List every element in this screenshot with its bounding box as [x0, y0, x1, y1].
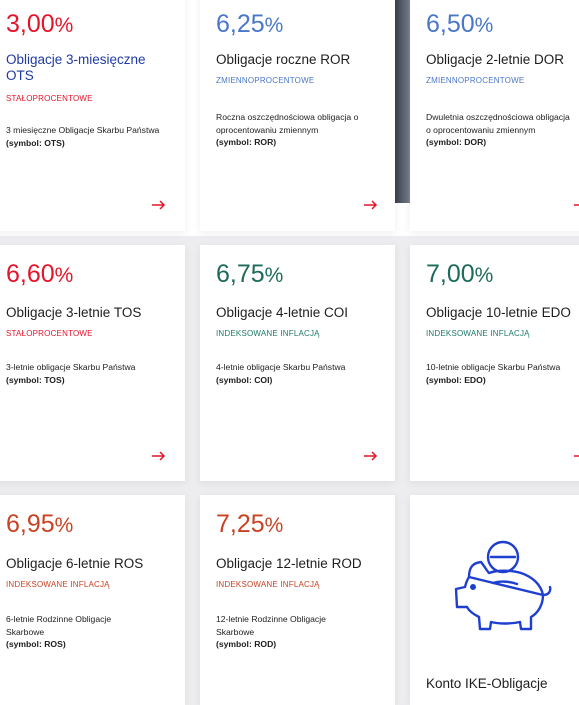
- arrow-right-icon[interactable]: [574, 451, 579, 461]
- bond-description: 4-letnie obligacje Skarbu Państwa (symbol…: [216, 362, 346, 385]
- bond-title: Obligacje 10-letnie EDO: [426, 305, 571, 320]
- rate-type-tag: INDEKSOWANE INFLACJĄ: [426, 329, 530, 338]
- bond-card-rod[interactable]: 7,25% Obligacje 12-letnie ROD INDEKSOWAN…: [200, 495, 395, 705]
- bond-card-coi[interactable]: 6,75% Obligacje 4-letnie COI INDEKSOWANE…: [200, 245, 395, 481]
- arrow-right-icon[interactable]: [574, 200, 579, 210]
- rate-type-tag: ZMIENNOPROCENTOWE: [216, 76, 315, 85]
- bond-description: 12-letnie Rodzinne Obligacje Skarbowe (sy…: [216, 614, 326, 649]
- rate-value: 3,00%: [6, 10, 74, 38]
- bond-title: Obligacje 4-letnie COI: [216, 305, 349, 320]
- bond-description: 6-letnie Rodzinne Obligacje Skarbowe (sym…: [6, 614, 112, 649]
- rate-type-tag: STAŁOPROCENTOWE: [6, 94, 93, 103]
- ike-title: Konto IKE-Obligacje: [426, 676, 548, 691]
- arrow-right-icon[interactable]: [364, 200, 378, 210]
- bond-description: 3 miesięczne Obligacje Skarbu Państwa (sy…: [6, 125, 160, 148]
- piggy-bank-icon: [441, 537, 553, 642]
- rate-type-tag: INDEKSOWANE INFLACJĄ: [216, 329, 320, 338]
- bond-title: Obligacje 3-letnie TOS: [6, 305, 142, 320]
- rate-value: 6,75%: [216, 260, 284, 288]
- bond-description: Dwuletnia oszczędnościowa obligacja o op…: [426, 112, 570, 147]
- bond-card-ros[interactable]: 6,95% Obligacje 6-letnie ROS INDEKSOWANE…: [0, 495, 185, 705]
- bond-card-dor[interactable]: 6,50% Obligacje 2-letnie DOR ZMIENNOPROC…: [410, 0, 579, 231]
- bond-description: 3-letnie obligacje Skarbu Państwa (symbol…: [6, 362, 136, 385]
- rate-type-tag: INDEKSOWANE INFLACJĄ: [216, 580, 320, 589]
- bond-title: Obligacje 2-letnie DOR: [426, 52, 565, 67]
- bond-description: 10-letnie obligacje Skarbu Państwa (symbo…: [426, 362, 561, 385]
- rate-value: 7,00%: [426, 260, 494, 288]
- bond-description: Roczna oszczędnościowa obligacja o oproc…: [216, 112, 359, 147]
- rate-value: 6,60%: [6, 260, 74, 288]
- bond-title: Obligacje 3-miesięczne OTS: [6, 52, 146, 83]
- rate-type-tag: STAŁOPROCENTOWE: [6, 329, 93, 338]
- bond-card-ots[interactable]: 3,00% Obligacje 3-miesięczne OTS STAŁOPR…: [0, 0, 185, 231]
- ike-card[interactable]: Konto IKE-Obligacje: [410, 495, 579, 705]
- arrow-right-icon[interactable]: [152, 200, 166, 210]
- bond-card-ror[interactable]: 6,25% Obligacje roczne ROR ZMIENNOPROCEN…: [200, 0, 395, 231]
- rate-value: 6,50%: [426, 10, 494, 38]
- rate-type-tag: ZMIENNOPROCENTOWE: [426, 76, 525, 85]
- arrow-right-icon[interactable]: [364, 451, 378, 461]
- bond-title: Obligacje 6-letnie ROS: [6, 556, 144, 571]
- bond-card-edo[interactable]: 7,00% Obligacje 10-letnie EDO INDEKSOWAN…: [410, 245, 579, 481]
- bond-title: Obligacje 12-letnie ROD: [216, 556, 362, 571]
- rate-value: 6,25%: [216, 10, 284, 38]
- bond-title: Obligacje roczne ROR: [216, 52, 351, 67]
- rate-value: 7,25%: [216, 510, 284, 538]
- bond-card-tos[interactable]: 6,60% Obligacje 3-letnie TOS STAŁOPROCEN…: [0, 245, 185, 481]
- arrow-right-icon[interactable]: [152, 451, 166, 461]
- rate-value: 6,95%: [6, 510, 74, 538]
- rate-type-tag: INDEKSOWANE INFLACJĄ: [6, 580, 110, 589]
